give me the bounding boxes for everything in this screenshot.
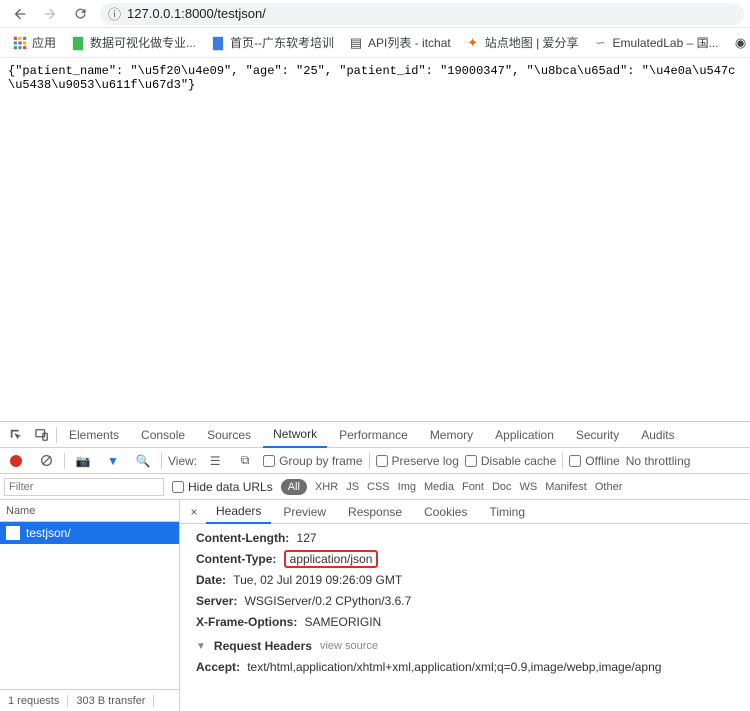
filter-input[interactable] [4, 478, 164, 496]
filter-manifest[interactable]: Manifest [545, 481, 587, 493]
page-content: {"patient_name": "\u5f20\u4e09", "age": … [0, 58, 750, 421]
devtools-panel: Elements Console Sources Network Perform… [0, 421, 750, 711]
subtab-timing[interactable]: Timing [479, 500, 535, 524]
bookmark-item[interactable]: ▇首页--广东软考培训 [204, 31, 340, 55]
filter-font[interactable]: Font [462, 481, 484, 493]
filter-js[interactable]: JS [346, 481, 359, 493]
status-bar: 1 requests 303 B transfer [0, 689, 179, 711]
devtools-body: Name testjson/ 1 requests 303 B transfer… [0, 500, 750, 711]
subtab-response[interactable]: Response [338, 500, 412, 524]
bookmark-icon: ▤ [348, 35, 364, 51]
content-type-highlight: application/json [284, 550, 379, 568]
offline-checkbox[interactable]: Offline [569, 454, 619, 468]
headers-body: Content-Length: 127 Content-Type: applic… [180, 524, 750, 711]
filter-media[interactable]: Media [424, 481, 454, 493]
filter-ws[interactable]: WS [520, 481, 538, 493]
reload-button[interactable] [66, 2, 94, 26]
bookmark-item[interactable]: ▤API列表 - itchat [342, 31, 457, 55]
bookmark-icon: ▇ [210, 35, 226, 51]
group-by-frame-checkbox[interactable]: Group by frame [263, 454, 362, 468]
tab-console[interactable]: Console [131, 422, 195, 448]
filter-other[interactable]: Other [595, 481, 623, 493]
throttling-select[interactable]: No throttling [626, 454, 691, 468]
request-detail: × Headers Preview Response Cookies Timin… [180, 500, 750, 711]
close-detail-button[interactable]: × [184, 505, 204, 519]
bookmark-icon: ◉ [733, 35, 749, 51]
bookmark-icon: ✦ [465, 35, 481, 51]
filter-css[interactable]: CSS [367, 481, 390, 493]
apps-icon [12, 35, 28, 51]
bookmark-item[interactable]: ◉SPOTO - EVE-N [727, 31, 750, 55]
address-bar[interactable]: ⓘ 127.0.0.1:8000/testjson/ [100, 3, 744, 25]
bookmark-icon: ∽ [593, 35, 609, 51]
bookmark-item[interactable]: ▇数据可视化做专业... [64, 31, 202, 55]
search-icon[interactable]: 🔍 [131, 449, 155, 473]
clear-button[interactable] [34, 449, 58, 473]
bookmarks-bar: 应用 ▇数据可视化做专业... ▇首页--广东软考培训 ▤API列表 - itc… [0, 28, 750, 58]
apps-shortcut[interactable]: 应用 [6, 31, 62, 55]
file-icon [6, 526, 20, 540]
preserve-log-checkbox[interactable]: Preserve log [376, 454, 459, 468]
view-source-link[interactable]: view source [320, 640, 378, 652]
filter-xhr[interactable]: XHR [315, 481, 338, 493]
inspect-icon[interactable] [4, 423, 28, 447]
bookmark-item[interactable]: ✦站点地图 | 爱分享 [459, 31, 585, 55]
network-filter-bar: Hide data URLs All XHR JS CSS Img Media … [0, 474, 750, 500]
filter-doc[interactable]: Doc [492, 481, 512, 493]
tab-audits[interactable]: Audits [631, 422, 684, 448]
browser-nav-toolbar: ⓘ 127.0.0.1:8000/testjson/ [0, 0, 750, 28]
back-button[interactable] [6, 2, 34, 26]
subtab-headers[interactable]: Headers [206, 500, 271, 524]
request-headers-section[interactable]: ▼ Request Headers view source [196, 633, 740, 657]
filter-all[interactable]: All [281, 479, 307, 495]
subtab-preview[interactable]: Preview [273, 500, 336, 524]
tab-performance[interactable]: Performance [329, 422, 418, 448]
forward-button[interactable] [36, 2, 64, 26]
tab-security[interactable]: Security [566, 422, 629, 448]
request-list-header[interactable]: Name [0, 500, 179, 522]
bookmark-item[interactable]: ∽EmulatedLab – 国... [587, 31, 725, 55]
tab-application[interactable]: Application [485, 422, 564, 448]
tab-network[interactable]: Network [263, 422, 327, 448]
info-icon: ⓘ [108, 4, 121, 23]
filter-funnel-icon[interactable]: ▼ [101, 449, 125, 473]
filter-img[interactable]: Img [398, 481, 416, 493]
tab-memory[interactable]: Memory [420, 422, 483, 448]
tab-elements[interactable]: Elements [59, 422, 129, 448]
tab-sources[interactable]: Sources [197, 422, 261, 448]
disclosure-triangle-icon: ▼ [196, 641, 206, 652]
camera-icon[interactable]: 📷 [71, 449, 95, 473]
url-text: 127.0.0.1:8000/testjson/ [127, 6, 266, 21]
request-row[interactable]: testjson/ [0, 522, 179, 544]
request-list: Name testjson/ 1 requests 303 B transfer [0, 500, 180, 711]
network-options-bar: 📷 ▼ 🔍 View: ☰ ⧉ Group by frame Preserve … [0, 448, 750, 474]
disable-cache-checkbox[interactable]: Disable cache [465, 454, 556, 468]
large-rows-icon[interactable]: ☰ [203, 449, 227, 473]
waterfall-icon[interactable]: ⧉ [233, 449, 257, 473]
record-button[interactable] [4, 449, 28, 473]
devtools-tabs: Elements Console Sources Network Perform… [0, 422, 750, 448]
hide-data-urls-checkbox[interactable]: Hide data URLs [172, 480, 273, 494]
subtab-cookies[interactable]: Cookies [414, 500, 477, 524]
detail-tabs: × Headers Preview Response Cookies Timin… [180, 500, 750, 524]
device-icon[interactable] [30, 423, 54, 447]
bookmark-icon: ▇ [70, 35, 86, 51]
